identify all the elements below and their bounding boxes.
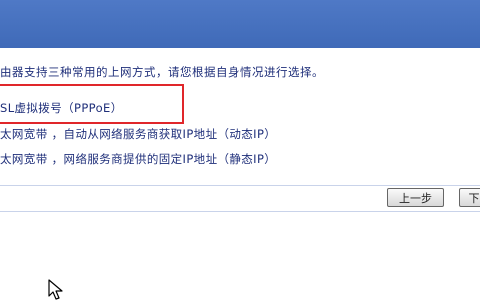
option-static-ip-label: 太网宽带 ，网络服务商提供的固定IP地址（静态IP） (0, 152, 277, 166)
prev-button[interactable]: 上一步 (387, 188, 444, 207)
option-static-ip[interactable]: 太网宽带 ，网络服务商提供的固定IP地址（静态IP） (0, 151, 276, 167)
divider-bottom (0, 211, 480, 212)
next-button[interactable]: 下 (459, 188, 480, 207)
intro-text: 由器支持三种常用的上网方式，请您根据自身情况进行选择。 (0, 65, 324, 79)
option-dynamic-ip[interactable]: 太网宽带 ，自动从网络服务商获取IP地址（动态IP） (0, 126, 276, 142)
mouse-cursor-icon (48, 279, 63, 300)
divider-top (0, 185, 480, 186)
highlight-box (0, 84, 184, 124)
option-dynamic-ip-label: 太网宽带 ，自动从网络服务商获取IP地址（动态IP） (0, 127, 277, 141)
header-bar (0, 0, 480, 48)
